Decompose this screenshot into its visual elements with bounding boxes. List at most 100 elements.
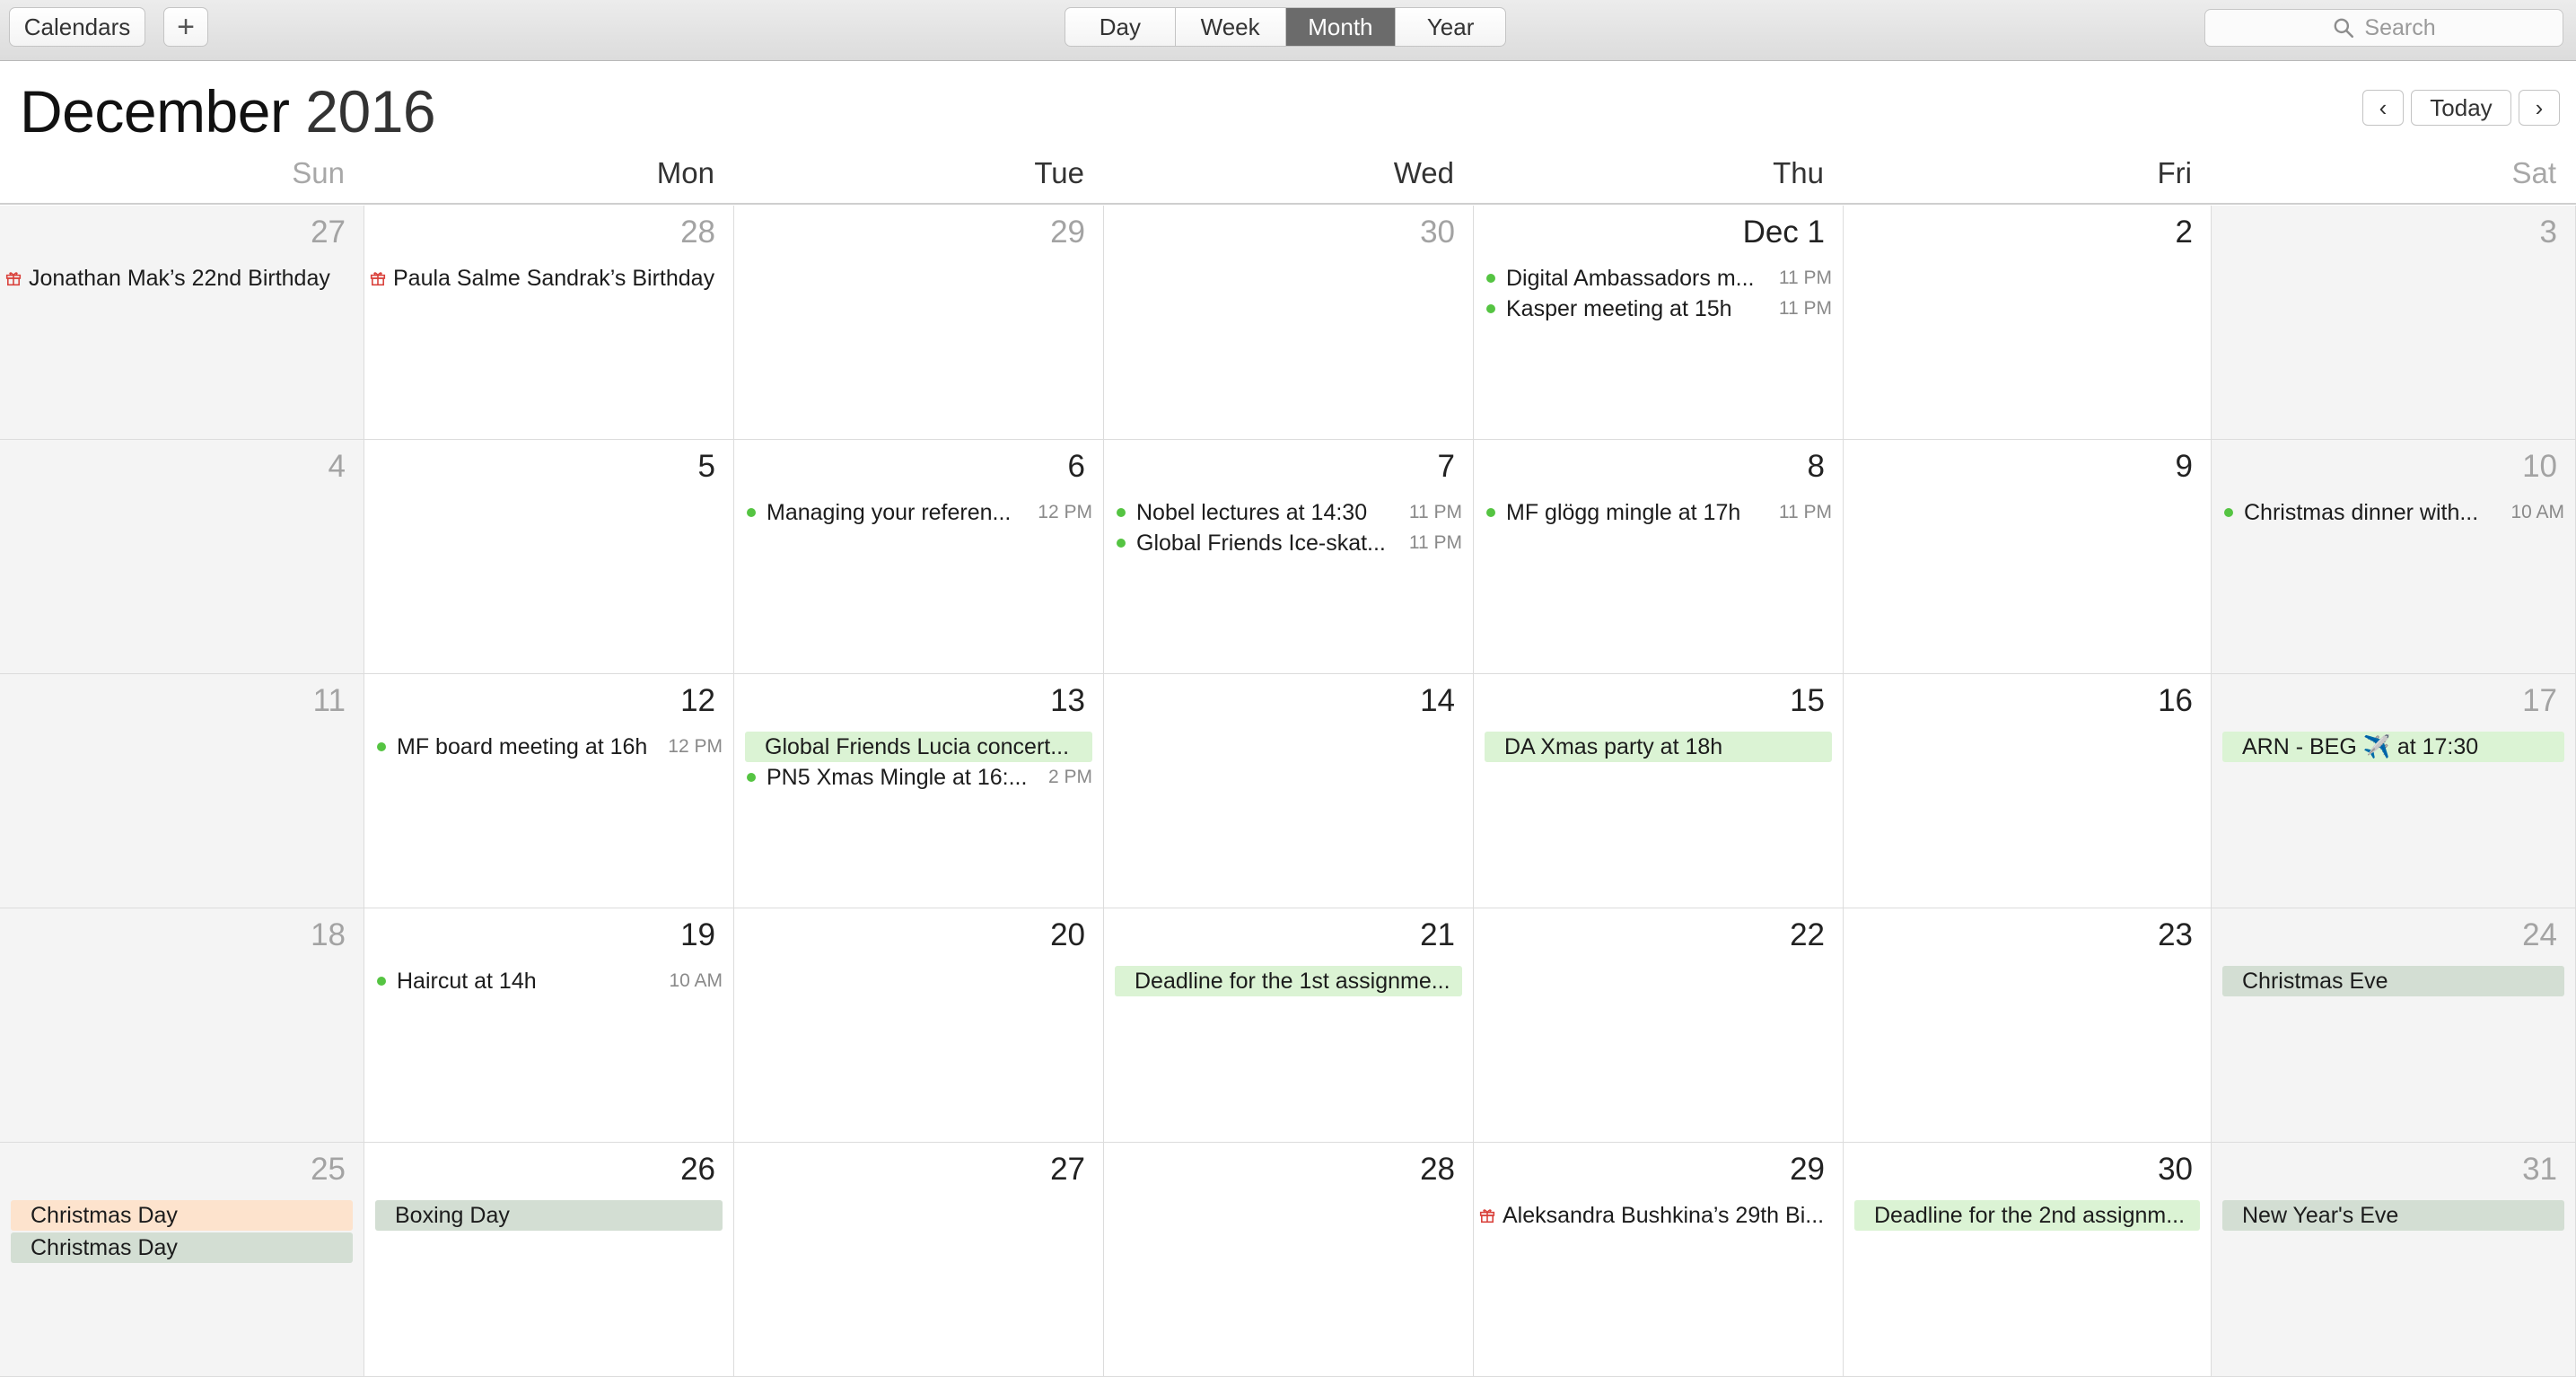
day-cell[interactable]: 30 bbox=[1104, 206, 1474, 440]
day-cell[interactable]: 27 Jonathan Mak’s 22nd Birthday bbox=[0, 206, 364, 440]
calendar-event[interactable]: Christmas Day bbox=[11, 1232, 353, 1263]
event-list: New Year's Eve bbox=[2212, 1200, 2575, 1231]
next-month-button[interactable]: › bbox=[2519, 90, 2560, 126]
weekday-wed: Wed bbox=[1393, 156, 1454, 189]
weekday-mon: Mon bbox=[656, 156, 714, 189]
day-cell[interactable]: 11 bbox=[0, 674, 364, 908]
event-time: 2 PM bbox=[1047, 767, 1092, 787]
day-cell[interactable]: 21 Deadline for the 1st assignme... bbox=[1104, 908, 1474, 1143]
day-number: 8 bbox=[1807, 449, 1825, 484]
year-label: 2016 bbox=[305, 78, 436, 145]
tab-month[interactable]: Month bbox=[1285, 8, 1397, 46]
event-list: Nobel lectures at 14:30 11 PM Global Frien… bbox=[1104, 497, 1473, 558]
event-title: Haircut at 14h bbox=[397, 968, 537, 994]
day-cell[interactable]: 19 Haircut at 14h 10 AM bbox=[364, 908, 734, 1143]
calendar-event[interactable]: Deadline for the 2nd assignm... bbox=[1854, 1200, 2200, 1231]
tab-week[interactable]: Week bbox=[1176, 8, 1286, 46]
day-number: 14 bbox=[1420, 683, 1455, 718]
day-cell[interactable]: 29 bbox=[734, 206, 1104, 440]
day-cell[interactable]: 7 Nobel lectures at 14:30 11 PM Global Frie… bbox=[1104, 440, 1474, 674]
day-cell[interactable]: Dec 1 Digital Ambassadors m... 11 PM Kasper… bbox=[1474, 206, 1844, 440]
calendar-event[interactable]: Jonathan Mak’s 22nd Birthday bbox=[5, 263, 353, 294]
calendar-event[interactable]: Christmas dinner with... 10 AM bbox=[2217, 497, 2564, 528]
calendar-event[interactable]: PN5 Xmas Mingle at 16:... 2 PM bbox=[740, 762, 1092, 793]
day-number: 12 bbox=[680, 683, 715, 718]
calendar-event[interactable]: Haircut at 14h 10 AM bbox=[370, 966, 723, 996]
calendar-event[interactable]: Paula Salme Sandrak’s Birthday bbox=[370, 263, 723, 294]
day-cell[interactable]: 2 bbox=[1844, 206, 2212, 440]
event-title: Christmas Day bbox=[31, 1202, 178, 1228]
event-list: Paula Salme Sandrak’s Birthday bbox=[364, 263, 733, 294]
previous-month-button[interactable]: ‹ bbox=[2362, 90, 2404, 126]
calendar-event[interactable]: Deadline for the 1st assignme... bbox=[1115, 966, 1462, 996]
day-cell[interactable]: 16 bbox=[1844, 674, 2212, 908]
day-cell[interactable]: 10 Christmas dinner with... 10 AM bbox=[2212, 440, 2576, 674]
tab-day[interactable]: Day bbox=[1065, 8, 1176, 46]
day-cell[interactable]: 26 Boxing Day bbox=[364, 1143, 734, 1377]
day-cell[interactable]: 12 MF board meeting at 16h 12 PM bbox=[364, 674, 734, 908]
day-cell[interactable]: 23 bbox=[1844, 908, 2212, 1143]
calendar-event[interactable]: DA Xmas party at 18h bbox=[1485, 732, 1832, 762]
calendar-event[interactable]: Managing your referen... 12 PM bbox=[740, 497, 1092, 528]
calendar-event[interactable]: Global Friends Ice-skat... 11 PM bbox=[1109, 528, 1462, 558]
day-cell[interactable]: 24 Christmas Eve bbox=[2212, 908, 2576, 1143]
day-cell[interactable]: 25 Christmas Day Christmas Day bbox=[0, 1143, 364, 1377]
page-title: December 2016 bbox=[20, 77, 436, 145]
calendar-event[interactable]: MF glögg mingle at 17h 11 PM bbox=[1479, 497, 1832, 528]
day-number: 26 bbox=[680, 1152, 715, 1187]
day-cell[interactable]: 5 bbox=[364, 440, 734, 674]
calendar-event[interactable]: Kasper meeting at 15h 11 PM bbox=[1479, 294, 1832, 324]
day-cell[interactable]: 31 New Year's Eve bbox=[2212, 1143, 2576, 1377]
calendar-event[interactable]: ARN - BEG ✈️ at 17:30 bbox=[2222, 732, 2564, 762]
event-time: 11 PM bbox=[1778, 502, 1832, 522]
calendars-button[interactable]: Calendars bbox=[9, 7, 145, 47]
day-cell[interactable]: 18 bbox=[0, 908, 364, 1143]
day-number: 4 bbox=[328, 449, 346, 484]
day-cell[interactable]: 28 Paula Salme Sandrak’s Birthday bbox=[364, 206, 734, 440]
day-cell[interactable]: 4 bbox=[0, 440, 364, 674]
event-dot-icon bbox=[1486, 304, 1495, 313]
day-number: 7 bbox=[1437, 449, 1455, 484]
day-cell[interactable]: 15 DA Xmas party at 18h bbox=[1474, 674, 1844, 908]
calendar-event[interactable]: Global Friends Lucia concert... bbox=[745, 732, 1092, 762]
calendar-event[interactable]: Christmas Eve bbox=[2222, 966, 2564, 996]
day-number: 11 bbox=[312, 683, 346, 718]
day-number: 9 bbox=[2175, 449, 2193, 484]
day-cell[interactable]: 22 bbox=[1474, 908, 1844, 1143]
day-cell[interactable]: 14 bbox=[1104, 674, 1474, 908]
search-input[interactable]: Search bbox=[2204, 9, 2563, 47]
day-cell[interactable]: 20 bbox=[734, 908, 1104, 1143]
event-dot-icon bbox=[1486, 274, 1495, 283]
calendar-event[interactable]: New Year's Eve bbox=[2222, 1200, 2564, 1231]
calendar-event[interactable]: Christmas Day bbox=[11, 1200, 353, 1231]
day-number: 21 bbox=[1420, 917, 1455, 952]
day-cell[interactable]: 9 bbox=[1844, 440, 2212, 674]
calendar-event[interactable]: Boxing Day bbox=[375, 1200, 723, 1231]
day-cell[interactable]: 28 bbox=[1104, 1143, 1474, 1377]
day-number: 28 bbox=[680, 215, 715, 250]
event-title: Christmas Day bbox=[31, 1234, 178, 1260]
event-title: Managing your referen... bbox=[767, 499, 1012, 525]
calendar-event[interactable]: MF board meeting at 16h 12 PM bbox=[370, 732, 723, 762]
calendar-event[interactable]: Digital Ambassadors m... 11 PM bbox=[1479, 263, 1832, 294]
day-number: Dec 1 bbox=[1742, 215, 1825, 250]
calendar-event[interactable]: Aleksandra Bushkina’s 29th Bi... bbox=[1479, 1200, 1832, 1231]
weekday-tue: Tue bbox=[1034, 156, 1084, 189]
event-title: Christmas dinner with... bbox=[2244, 499, 2479, 525]
day-cell[interactable]: 13 Global Friends Lucia concert... PN5 Xma… bbox=[734, 674, 1104, 908]
day-number: 25 bbox=[311, 1152, 346, 1187]
day-number: 17 bbox=[2522, 683, 2557, 718]
day-cell[interactable]: 29 Aleksandra Bushkina’s 29th Bi... bbox=[1474, 1143, 1844, 1377]
day-cell[interactable]: 27 bbox=[734, 1143, 1104, 1377]
event-time: 11 PM bbox=[1778, 298, 1832, 319]
day-cell[interactable]: 3 bbox=[2212, 206, 2576, 440]
day-cell[interactable]: 30 Deadline for the 2nd assignm... bbox=[1844, 1143, 2212, 1377]
calendar-event[interactable]: Nobel lectures at 14:30 11 PM bbox=[1109, 497, 1462, 528]
day-cell[interactable]: 17 ARN - BEG ✈️ at 17:30 bbox=[2212, 674, 2576, 908]
day-cell[interactable]: 8 MF glögg mingle at 17h 11 PM bbox=[1474, 440, 1844, 674]
day-cell[interactable]: 6 Managing your referen... 12 PM bbox=[734, 440, 1104, 674]
tab-year[interactable]: Year bbox=[1396, 8, 1505, 46]
today-button[interactable]: Today bbox=[2411, 90, 2511, 126]
add-calendar-button[interactable]: + bbox=[163, 7, 208, 47]
month-label: December bbox=[20, 78, 290, 145]
